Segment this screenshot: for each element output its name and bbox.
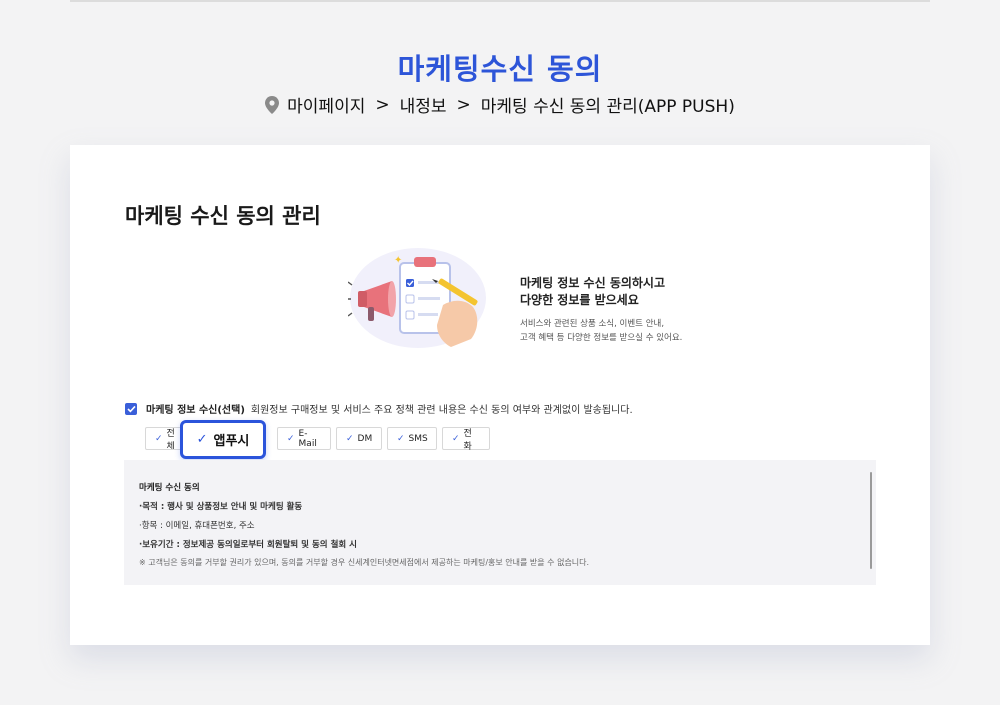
check-icon: ✓ (155, 433, 163, 444)
promo-head-line1: 마케팅 정보 수신 동의하시고 (520, 276, 666, 290)
page-title: 마케팅수신 동의 (397, 52, 603, 86)
consent-row: 마케팅 정보 수신(선택) 회원정보 구매정보 및 서비스 주요 정책 관련 내… (125, 401, 885, 416)
channel-chip-sms[interactable]: ✓ SMS (387, 427, 437, 450)
checkbox-checked-icon[interactable] (125, 402, 137, 415)
svg-text:✦: ✦ (394, 255, 402, 266)
channel-chip-all[interactable]: ✓ 전체 (145, 427, 183, 450)
terms-content: 마케팅 수신 동의 ·목적 : 행사 및 상품정보 안내 및 마케팅 활동 ·항… (139, 481, 589, 576)
promo-sub-line2: 고객 혜택 등 다양한 정보를 받으실 수 있어요. (520, 333, 683, 343)
check-icon: ✓ (452, 433, 460, 444)
promo-banner: ✦ 마케팅 정보 수신 동의하시고 다양한 정보를 받으세요 서비스와 관련된 … (348, 243, 738, 363)
check-icon: ✓ (346, 433, 354, 444)
location-pin-icon (265, 95, 280, 114)
channel-sms-label: SMS (408, 433, 428, 444)
channel-chip-tel[interactable]: ✓ 전화 (442, 427, 490, 452)
terms-title: 마케팅 수신 동의 (139, 483, 200, 493)
check-icon: ✓ (287, 433, 295, 444)
terms-purpose: ·목적 : 행사 및 상품정보 안내 및 마케팅 활동 (139, 502, 303, 512)
check-icon: ✓ (196, 432, 208, 447)
breadcrumb: 마이페이지 > 내정보 > 마케팅 수신 동의 관리(APP PUSH) (0, 92, 1000, 117)
top-divider (70, 0, 930, 2)
channel-all-label: 전체 (166, 428, 175, 450)
channel-dm-label: DM (357, 433, 373, 444)
channel-chip-email[interactable]: ✓ E-Mail (277, 427, 331, 450)
marketing-consent-card: 마케팅 수신 동의 관리 ✦ 마케팅 정보 수신 동의하시고 다양한 정보를 받… (70, 145, 930, 645)
consent-label[interactable]: 마케팅 정보 수신(선택) (146, 401, 245, 416)
breadcrumb-separator: > (456, 94, 471, 115)
promo-head-line2: 다양한 정보를 받으세요 (520, 293, 639, 307)
card-title: 마케팅 수신 동의 관리 (125, 204, 321, 228)
channel-chip-app-push[interactable]: ✓ 앱푸시 (180, 420, 266, 459)
terms-note: ※ 고객님은 동의를 거부할 권리가 있으며, 동의를 거부할 경우 신세계인터… (139, 558, 590, 567)
channel-tel-label: 전화 (463, 428, 472, 452)
megaphone-clipboard-illustration: ✦ (348, 248, 486, 348)
check-icon: ✓ (397, 433, 405, 444)
breadcrumb-myinfo[interactable]: 내정보 (400, 92, 447, 117)
promo-sub: 서비스와 관련된 상품 소식, 이벤트 안내, 고객 혜택 등 다양한 정보를 … (520, 317, 682, 345)
terms-box: 마케팅 수신 동의 ·목적 : 행사 및 상품정보 안내 및 마케팅 활동 ·항… (124, 460, 876, 585)
promo-sub-line1: 서비스와 관련된 상품 소식, 이벤트 안내, (520, 319, 665, 329)
terms-scrollbar[interactable] (870, 472, 872, 569)
channel-chip-dm[interactable]: ✓ DM (336, 427, 382, 450)
breadcrumb-mypage[interactable]: 마이페이지 (287, 92, 365, 117)
breadcrumb-separator: > (375, 94, 390, 115)
breadcrumb-current: 마케팅 수신 동의 관리(APP PUSH) (480, 97, 735, 117)
consent-description: 회원정보 구매정보 및 서비스 주요 정책 관련 내용은 수신 동의 여부와 관… (250, 405, 633, 416)
terms-period: ·보유기간 : 정보제공 동의일로부터 회원탈퇴 및 동의 철회 시 (139, 540, 357, 550)
channel-email-label: E-Mail (298, 428, 317, 449)
channel-push-label: 앱푸시 (213, 434, 250, 449)
terms-items: ·항목 : 이메일, 휴대폰번호, 주소 (139, 521, 255, 531)
promo-text: 마케팅 정보 수신 동의하시고 다양한 정보를 받으세요 서비스와 관련된 상품… (520, 275, 682, 345)
